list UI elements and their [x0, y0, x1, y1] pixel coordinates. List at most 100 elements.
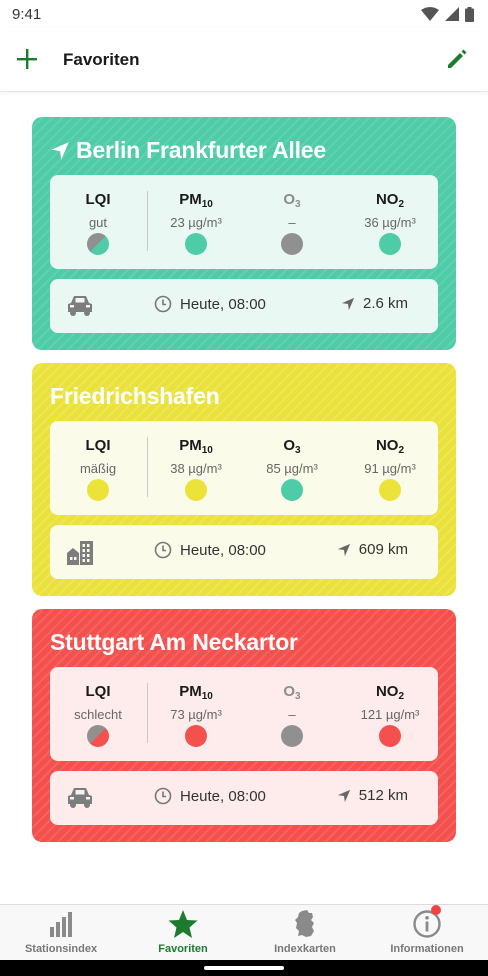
- metric-label-text: NO: [375, 191, 399, 208]
- station-info-panel: Heute, 08:00 609 km: [50, 525, 438, 579]
- station-card-green[interactable]: Berlin Frankfurter Allee LQI gut PM10 23 µg/…: [32, 117, 456, 350]
- location-arrow-icon: [337, 789, 350, 802]
- notification-badge: [431, 905, 441, 915]
- measurement-time-text: Heute, 08:00: [180, 787, 266, 805]
- metric-label: NO2: [342, 683, 438, 702]
- metric-label-text: O: [283, 683, 296, 700]
- metric-lqi: LQI gut: [50, 175, 146, 269]
- quality-indicator-dot: [379, 725, 401, 747]
- metric-label-text: NO: [375, 437, 399, 454]
- metric-subscript: 3: [295, 199, 301, 210]
- metric-label-text: PM: [179, 683, 202, 700]
- station-name: Berlin Frankfurter Allee: [50, 137, 326, 164]
- metric-label: PM10: [150, 683, 242, 702]
- nav-item-indexkarten[interactable]: Indexkarten: [244, 905, 366, 960]
- metric-label-text: NO: [375, 683, 399, 700]
- metric-lqi: LQI mäßig: [50, 421, 146, 515]
- station-type-icon: [66, 539, 94, 565]
- station-type-icon: [66, 785, 94, 811]
- station-info-panel: Heute, 08:00 2.6 km: [50, 279, 438, 333]
- metric-label-text: LQI: [85, 683, 111, 700]
- metric-value: gut: [88, 215, 108, 230]
- metric-label-text: LQI: [85, 437, 111, 454]
- metric-label: LQI: [50, 191, 146, 208]
- quality-indicator-dot: [281, 233, 303, 255]
- quality-indicator-dot: [87, 233, 109, 255]
- status-icons: [421, 6, 474, 22]
- metric-subscript: 10: [201, 445, 213, 456]
- metric-value: 38 µg/m³: [170, 461, 222, 476]
- metric-value: 121 µg/m³: [360, 707, 420, 722]
- metric-o3: O3 –: [246, 667, 338, 761]
- metric-divider: [147, 191, 148, 251]
- bottom-navigation: Stationsindex Favoriten Indexkarten Info…: [0, 904, 488, 960]
- station-name-text: Friedrichshafen: [50, 383, 220, 409]
- station-info-panel: Heute, 08:00 512 km: [50, 771, 438, 825]
- nav-label: Favoriten: [158, 943, 208, 955]
- station-name: Stuttgart Am Neckartor: [50, 629, 298, 656]
- nav-item-stationsindex[interactable]: Stationsindex: [0, 905, 122, 960]
- metric-value: 91 µg/m³: [364, 461, 416, 476]
- metric-label-text: LQI: [85, 191, 111, 208]
- station-type-icon: [66, 293, 94, 319]
- clock-icon: [154, 295, 172, 313]
- bar-chart-icon: [50, 912, 72, 937]
- metric-value: –: [288, 707, 296, 722]
- quality-indicator-dot: [87, 479, 109, 501]
- station-name-text: Berlin Frankfurter Allee: [76, 137, 326, 163]
- metric-pm10: PM10 23 µg/m³: [150, 175, 242, 269]
- distance-text: 2.6 km: [362, 295, 408, 312]
- measurement-time: Heute, 08:00: [154, 541, 266, 559]
- clock-icon: [154, 787, 172, 805]
- metric-subscript: 3: [295, 691, 301, 702]
- page-title: Favoriten: [63, 50, 140, 69]
- nav-item-informationen[interactable]: Informationen: [366, 905, 488, 960]
- station-card-red[interactable]: Stuttgart Am Neckartor LQI schlecht PM10 73 …: [32, 609, 456, 842]
- station-name-text: Stuttgart Am Neckartor: [50, 629, 298, 655]
- pencil-icon[interactable]: [444, 46, 470, 72]
- metric-o3: O3 85 µg/m³: [246, 421, 338, 515]
- quality-indicator-dot: [87, 725, 109, 747]
- metric-o3: O3 –: [246, 175, 338, 269]
- metric-divider: [147, 683, 148, 743]
- pollutant-panel: LQI schlecht PM10 73 µg/m³ O3 – NO2 121 µg/m³: [50, 667, 438, 761]
- metric-subscript: 10: [201, 199, 213, 210]
- plus-icon[interactable]: [14, 46, 40, 72]
- metric-divider: [147, 437, 148, 497]
- quality-indicator-dot: [185, 233, 207, 255]
- status-bar: 9:41: [0, 0, 488, 28]
- metric-no2: NO2 91 µg/m³: [342, 421, 438, 515]
- metric-subscript: 3: [295, 445, 301, 456]
- quality-indicator-dot: [281, 479, 303, 501]
- metric-label-text: PM: [179, 191, 202, 208]
- metric-label: O3: [246, 683, 338, 702]
- metric-pm10: PM10 73 µg/m³: [150, 667, 242, 761]
- city-icon: [67, 541, 93, 565]
- battery-icon: [465, 6, 474, 22]
- measurement-time: Heute, 08:00: [154, 295, 266, 313]
- metric-label: O3: [246, 191, 338, 210]
- car-icon: [68, 296, 92, 316]
- nav-label: Stationsindex: [24, 943, 98, 955]
- station-card-yellow[interactable]: Friedrichshafen LQI mäßig PM10 38 µg/m³ O3 85 …: [32, 363, 456, 596]
- measurement-time-text: Heute, 08:00: [180, 541, 266, 559]
- pollutant-panel: LQI gut PM10 23 µg/m³ O3 – NO2 36 µg/m³: [50, 175, 438, 269]
- metric-label: NO2: [342, 437, 438, 456]
- metric-no2: NO2 36 µg/m³: [342, 175, 438, 269]
- measurement-time: Heute, 08:00: [154, 787, 266, 805]
- nav-label: Indexkarten: [274, 943, 336, 955]
- metric-subscript: 10: [201, 691, 213, 702]
- metric-subscript: 2: [398, 199, 405, 210]
- station-name: Friedrichshafen: [50, 383, 220, 410]
- metric-value: 73 µg/m³: [170, 707, 222, 722]
- station-distance: 2.6 km: [341, 295, 408, 312]
- metric-value: schlecht: [74, 707, 122, 722]
- quality-indicator-dot: [185, 725, 207, 747]
- location-arrow-icon: [51, 141, 69, 160]
- metric-label: PM10: [150, 437, 242, 456]
- quality-indicator-dot: [379, 479, 401, 501]
- clock-icon: [154, 541, 172, 559]
- cell-signal-icon: [445, 7, 459, 21]
- metric-lqi: LQI schlecht: [50, 667, 146, 761]
- nav-item-favoriten[interactable]: Favoriten: [122, 905, 244, 960]
